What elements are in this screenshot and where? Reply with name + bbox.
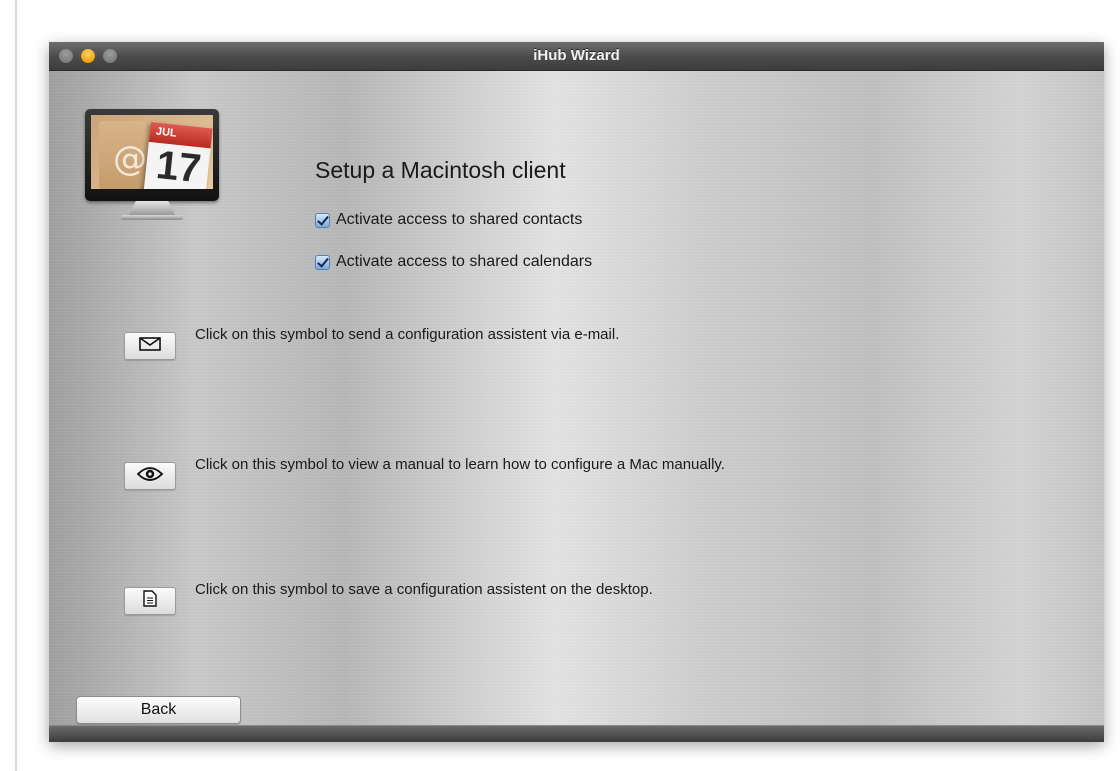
calendar-day: 17	[154, 142, 204, 189]
envelope-icon	[139, 336, 161, 356]
calendars-access-checkbox[interactable]	[315, 254, 330, 270]
email-action-row: Click on this symbol to send a configura…	[124, 326, 619, 360]
wizard-content: @ JUL 17 Setup a Macintosh client Activa…	[49, 71, 1104, 726]
page-left-rule	[15, 0, 17, 771]
back-button[interactable]: Back	[76, 696, 241, 724]
document-icon	[143, 590, 157, 612]
view-manual-button[interactable]	[124, 462, 176, 490]
desktop-action-description: Click on this symbol to save a configura…	[195, 581, 653, 598]
wizard-window: iHub Wizard @ JUL 17 Setup a Macintosh c…	[49, 42, 1104, 742]
calendars-access-label: Activate access to shared calendars	[336, 253, 593, 270]
window-bottom-bar	[49, 725, 1104, 742]
save-to-desktop-button[interactable]	[124, 587, 176, 615]
email-action-description: Click on this symbol to send a configura…	[195, 326, 620, 343]
eye-icon	[136, 466, 164, 487]
calendar-month: JUL	[155, 125, 178, 140]
monitor-foot	[121, 215, 183, 220]
contacts-access-label: Activate access to shared contacts	[336, 211, 583, 228]
manual-action-description: Click on this symbol to view a manual to…	[195, 456, 725, 473]
send-email-button[interactable]	[124, 332, 176, 360]
title-bar[interactable]: iHub Wizard	[49, 42, 1104, 71]
monitor-bezel: @ JUL 17	[85, 109, 219, 201]
calendars-access-option[interactable]: Activate access to shared calendars	[315, 253, 592, 271]
monitor-stand	[129, 201, 175, 215]
contacts-access-checkbox[interactable]	[315, 212, 330, 228]
monitor-screen: @ JUL 17	[91, 115, 213, 189]
calendar-icon: JUL 17	[143, 121, 213, 189]
manual-action-row: Click on this symbol to view a manual to…	[124, 456, 725, 490]
window-title: iHub Wizard	[533, 47, 620, 64]
desktop-action-row: Click on this symbol to save a configura…	[124, 581, 653, 615]
at-symbol: @	[113, 139, 147, 179]
contacts-access-option[interactable]: Activate access to shared contacts	[315, 211, 582, 229]
setup-heading: Setup a Macintosh client	[315, 157, 566, 183]
mac-monitor-illustration: @ JUL 17	[85, 109, 219, 225]
